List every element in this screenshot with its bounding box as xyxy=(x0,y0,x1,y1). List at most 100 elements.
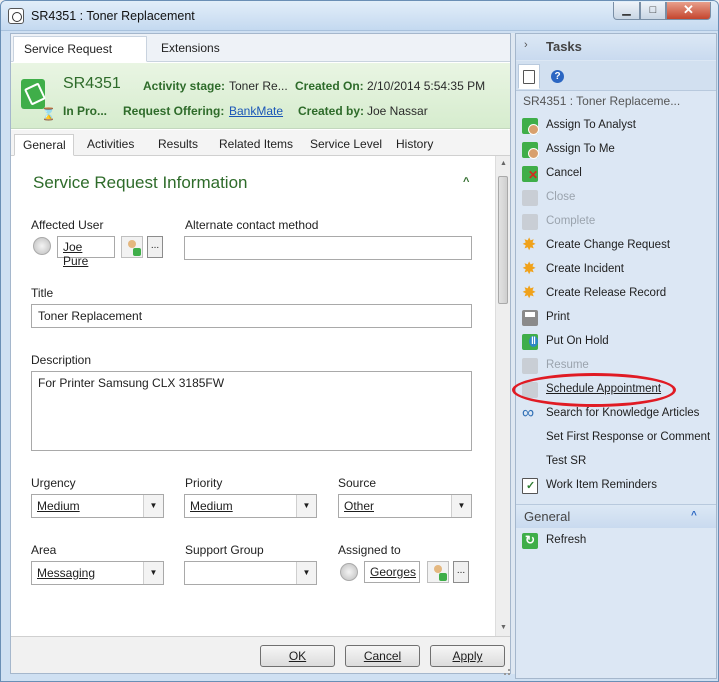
clipboard-icon xyxy=(523,70,535,84)
assigned-to-browse-button[interactable]: ... xyxy=(453,561,469,583)
title-bar[interactable]: SR4351 : Toner Replacement ▁ □ ✕ xyxy=(1,1,718,31)
cancel-button[interactable]: Cancel xyxy=(345,645,420,667)
general-tab-content: Service Request Information ^ Affected U… xyxy=(11,156,496,636)
tab-general[interactable]: General xyxy=(14,134,74,156)
tasks-header[interactable]: › Tasks xyxy=(516,34,716,60)
chevron-down-icon[interactable]: ▼ xyxy=(296,495,316,517)
chevron-down-icon[interactable]: ▼ xyxy=(143,562,163,584)
user-avatar-icon xyxy=(340,563,358,581)
source-value: Other xyxy=(344,499,375,513)
description-textarea[interactable]: For Printer Samsung CLX 3185FW xyxy=(31,371,472,451)
user-picker-icon[interactable] xyxy=(121,236,143,258)
tab-related-items[interactable]: Related Items xyxy=(219,134,293,156)
request-offering-link[interactable]: BankMate xyxy=(229,104,283,118)
close-icon xyxy=(522,190,538,206)
tab-results[interactable]: Results xyxy=(158,134,198,156)
priority-select[interactable]: Medium ▼ xyxy=(184,494,317,518)
tab-service-request-form[interactable]: Service Request Form xyxy=(13,36,147,80)
task-close[interactable]: Close xyxy=(520,187,714,209)
tab-history[interactable]: History xyxy=(396,134,433,156)
resume-icon xyxy=(522,358,538,374)
sub-tab-strip: General Activities Results Related Items… xyxy=(11,130,510,156)
alternate-contact-label: Alternate contact method xyxy=(185,218,319,232)
ok-button[interactable]: OK xyxy=(260,645,335,667)
affected-user-field[interactable]: Joe Pure xyxy=(57,236,115,268)
cancel-icon xyxy=(522,166,538,182)
chevron-up-icon[interactable]: ^ xyxy=(691,510,697,521)
urgency-label: Urgency xyxy=(31,476,76,490)
tab-tasks[interactable] xyxy=(518,64,540,89)
source-label: Source xyxy=(338,476,377,490)
chevron-right-icon[interactable]: › xyxy=(524,39,528,51)
maximize-button[interactable]: □ xyxy=(640,2,666,20)
task-create-change-request[interactable]: Create Change Request xyxy=(520,235,714,257)
created-on-value: 2/10/2014 5:54:35 PM xyxy=(367,79,486,93)
urgency-select[interactable]: Medium ▼ xyxy=(31,494,164,518)
task-print[interactable]: Print xyxy=(520,307,714,329)
task-assign-to-me[interactable]: Assign To Me xyxy=(520,139,714,161)
tab-service-level[interactable]: Service Level xyxy=(310,134,382,156)
chevron-down-icon[interactable]: ▼ xyxy=(296,562,316,584)
task-work-item-reminders[interactable]: Work Item Reminders xyxy=(520,475,714,497)
chevron-down-icon[interactable]: ▼ xyxy=(143,495,163,517)
title-label: Title xyxy=(31,286,54,300)
general-title: General xyxy=(524,509,571,524)
request-offering-label: Request Offering: xyxy=(123,104,225,118)
help-icon: ? xyxy=(551,70,564,83)
created-on-label: Created On: xyxy=(295,79,364,93)
form-tab-strip: Service Request Form Extensions xyxy=(11,34,510,80)
support-group-label: Support Group xyxy=(185,543,264,557)
resize-grip[interactable] xyxy=(504,669,510,675)
minimize-button[interactable]: ▁ xyxy=(613,2,640,20)
task-create-incident[interactable]: Create Incident xyxy=(520,259,714,281)
section-title: Service Request Information xyxy=(33,173,248,192)
tasks-title: Tasks xyxy=(546,39,582,54)
affected-user-browse-button[interactable]: ... xyxy=(147,236,163,258)
task-refresh[interactable]: Refresh xyxy=(520,530,714,552)
apply-button[interactable]: Apply xyxy=(430,645,505,667)
vertical-scrollbar[interactable]: ▲ ▼ xyxy=(495,156,510,636)
link-icon xyxy=(522,403,538,423)
hourglass-icon: ⌛ xyxy=(41,107,56,121)
refresh-icon xyxy=(522,533,538,549)
tasks-pane: › Tasks ? SR4351 : Toner Replaceme... As… xyxy=(512,33,717,679)
chevron-down-icon[interactable]: ▼ xyxy=(451,495,471,517)
task-put-on-hold[interactable]: Put On Hold xyxy=(520,331,714,353)
printer-icon xyxy=(522,310,538,326)
task-cancel[interactable]: Cancel xyxy=(520,163,714,185)
scrollbar-thumb[interactable] xyxy=(498,176,508,304)
created-by-value: Joe Nassar xyxy=(367,104,428,118)
tab-activities[interactable]: Activities xyxy=(87,134,134,156)
form-pane: Service Request Form Extensions ⌛ SR4351… xyxy=(10,33,511,675)
complete-icon xyxy=(522,214,538,230)
assigned-to-field[interactable]: Georges xyxy=(364,561,420,583)
area-value: Messaging xyxy=(37,566,96,580)
reminder-icon xyxy=(522,478,538,494)
scroll-down-icon[interactable]: ▼ xyxy=(500,624,507,631)
tab-extensions[interactable]: Extensions xyxy=(151,36,241,62)
area-select[interactable]: Messaging ▼ xyxy=(31,561,164,585)
service-request-icon xyxy=(21,79,45,109)
app-icon xyxy=(8,8,24,24)
task-create-release-record[interactable]: Create Release Record xyxy=(520,283,714,305)
description-label: Description xyxy=(31,353,92,367)
user-avatar-icon xyxy=(33,237,51,255)
task-group-title: SR4351 : Toner Replaceme... xyxy=(523,94,681,108)
task-set-first-response[interactable]: Set First Response or Comment xyxy=(520,427,714,449)
task-complete[interactable]: Complete xyxy=(520,211,714,233)
task-test-sr[interactable]: Test SR xyxy=(520,451,714,473)
priority-value: Medium xyxy=(190,499,233,513)
task-assign-to-analyst[interactable]: Assign To Analyst xyxy=(520,115,714,137)
support-group-select[interactable]: ▼ xyxy=(184,561,317,585)
close-window-button[interactable]: ✕ xyxy=(666,2,711,20)
chevron-up-icon[interactable]: ^ xyxy=(463,176,469,188)
alternate-contact-input[interactable] xyxy=(184,236,472,260)
source-select[interactable]: Other ▼ xyxy=(338,494,472,518)
scroll-up-icon[interactable]: ▲ xyxy=(500,160,507,167)
general-section-header[interactable]: General ^ xyxy=(516,504,716,528)
area-label: Area xyxy=(31,543,57,557)
user-picker-icon[interactable] xyxy=(427,561,449,583)
affected-user-label: Affected User xyxy=(31,218,104,232)
tab-help[interactable]: ? xyxy=(545,64,567,89)
title-input[interactable]: Toner Replacement xyxy=(31,304,472,328)
